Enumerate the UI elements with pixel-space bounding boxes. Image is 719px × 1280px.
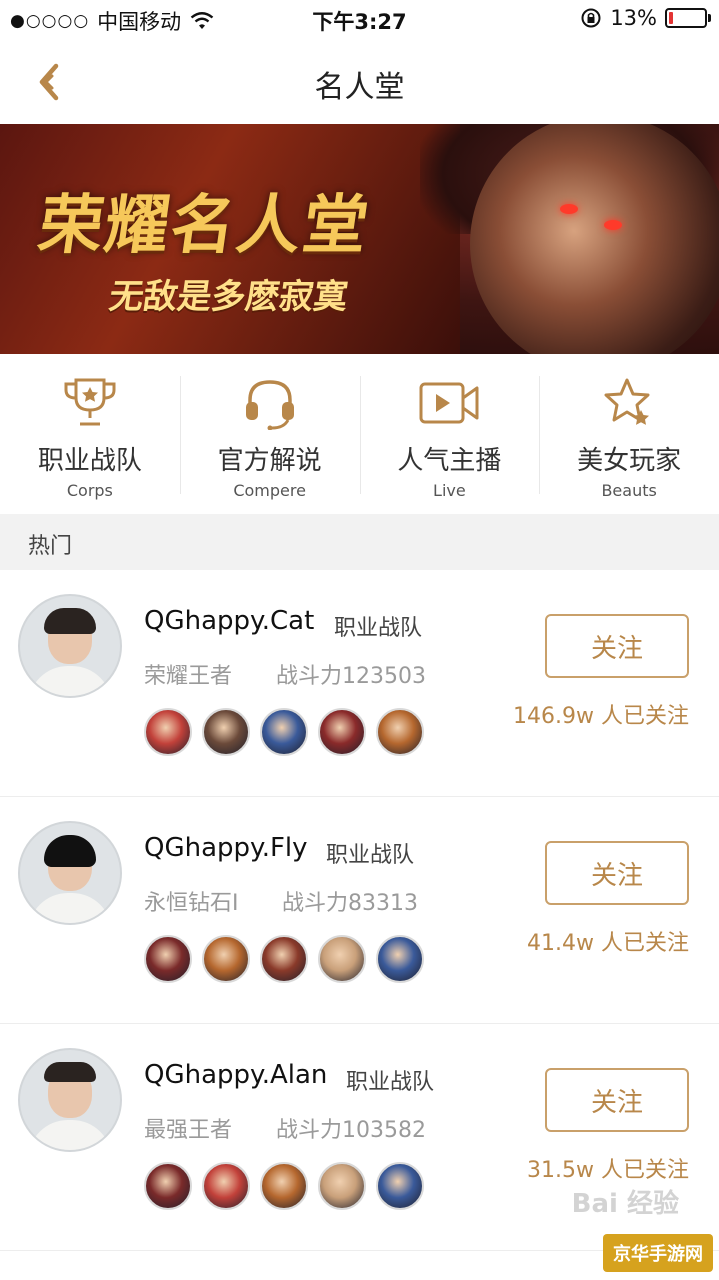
hero-icon[interactable] — [260, 935, 308, 983]
hero-icon[interactable] — [376, 708, 424, 756]
player-row[interactable]: QGhappy.Fly 职业战队 永恒钻石I 战斗力83313 关注 41.4w… — [0, 797, 719, 1024]
rotation-lock-icon — [581, 8, 601, 28]
hero-icon[interactable] — [376, 1162, 424, 1210]
trophy-icon — [64, 378, 116, 426]
category-label: 美女玩家 — [577, 446, 682, 476]
hero-icon[interactable] — [202, 1162, 250, 1210]
category-label: 人气主播 — [397, 446, 502, 476]
battery-fill — [669, 12, 674, 24]
hero-banner[interactable]: 荣耀名人堂 无敌是多麽寂寞 — [0, 124, 719, 354]
follow-button[interactable]: 关注 — [545, 614, 689, 678]
headset-icon — [245, 380, 294, 431]
banner-title: 荣耀名人堂 — [33, 188, 375, 263]
follower-count: 146.9w 人已关注 — [513, 704, 689, 729]
avatar-body — [28, 1120, 112, 1150]
hero-icons — [144, 1162, 424, 1210]
player-name: QGhappy.Fly — [144, 833, 308, 863]
hero-icons — [144, 935, 424, 983]
category-compere[interactable]: 官方解说 Compere — [179, 354, 360, 514]
hero-icon[interactable] — [318, 1162, 366, 1210]
status-bar: ●○○○○ 中国移动 下午3:27 13% — [0, 0, 719, 40]
player-team: 职业战队 — [326, 843, 415, 868]
star-icon — [604, 378, 650, 425]
avatar-hair — [44, 835, 96, 867]
player-power: 战斗力123503 — [276, 664, 426, 689]
hero-icon[interactable] — [260, 1162, 308, 1210]
section-header-hot: 热门 — [0, 514, 719, 570]
category-corps[interactable]: 职业战队 Corps — [0, 354, 180, 514]
category-row: 职业战队 Corps 官方解说 Compere 人气主播 Live 美女玩家 B… — [0, 354, 719, 514]
hero-icon[interactable] — [144, 1162, 192, 1210]
player-name: QGhappy.Cat — [144, 606, 315, 636]
hero-icon[interactable] — [202, 708, 250, 756]
player-team: 职业战队 — [334, 616, 423, 641]
page-title: 名人堂 — [314, 70, 405, 105]
player-rank: 永恒钻石I — [144, 891, 239, 916]
battery-percent: 13% — [610, 6, 657, 30]
category-sublabel: Compere — [233, 481, 306, 500]
player-name: QGhappy.Alan — [144, 1060, 328, 1090]
battery-icon — [665, 8, 711, 28]
avatar[interactable] — [18, 821, 122, 925]
banner-hero-art — [470, 124, 719, 354]
avatar-body — [28, 666, 112, 696]
hero-icon[interactable] — [144, 935, 192, 983]
section-title: 热门 — [28, 534, 73, 559]
hero-icon[interactable] — [144, 708, 192, 756]
follower-count: 41.4w 人已关注 — [527, 931, 689, 956]
category-live[interactable]: 人气主播 Live — [359, 354, 540, 514]
avatar-body — [28, 893, 112, 923]
hero-icon[interactable] — [376, 935, 424, 983]
nav-bar: 名人堂 — [0, 40, 719, 125]
player-power: 战斗力83313 — [282, 891, 418, 916]
avatar[interactable] — [18, 594, 122, 698]
category-sublabel: Corps — [66, 481, 113, 500]
hero-icon[interactable] — [318, 708, 366, 756]
hero-icons — [144, 708, 424, 756]
player-rank: 荣耀王者 — [144, 664, 233, 689]
follow-button[interactable]: 关注 — [545, 841, 689, 905]
site-watermark: 京华手游网 — [603, 1234, 713, 1272]
player-team: 职业战队 — [346, 1070, 435, 1095]
category-label: 职业战队 — [37, 446, 142, 476]
follower-count: 31.5w 人已关注 — [527, 1158, 689, 1183]
hero-icon[interactable] — [318, 935, 366, 983]
category-sublabel: Beauts — [601, 481, 657, 500]
category-label: 官方解说 — [217, 446, 322, 476]
category-beauts[interactable]: 美女玩家 Beauts — [539, 354, 719, 514]
banner-hero-eye — [560, 204, 578, 214]
follow-button[interactable]: 关注 — [545, 1068, 689, 1132]
baidu-watermark: Bai 经验 — [571, 1189, 679, 1219]
banner-subtitle: 无敌是多麽寂寞 — [106, 277, 351, 317]
avatar-hair — [44, 608, 96, 634]
hero-icon[interactable] — [202, 935, 250, 983]
player-power: 战斗力103582 — [276, 1118, 426, 1143]
player-rank: 最强王者 — [144, 1118, 233, 1143]
avatar[interactable] — [18, 1048, 122, 1152]
player-row[interactable]: QGhappy.Cat 职业战队 荣耀王者 战斗力123503 关注 146.9… — [0, 570, 719, 797]
video-icon — [419, 382, 479, 424]
status-right: 13% — [580, 6, 711, 30]
avatar-hair — [44, 1062, 96, 1082]
hero-icon[interactable] — [260, 708, 308, 756]
banner-hero-eye — [604, 220, 622, 230]
player-list: QGhappy.Cat 职业战队 荣耀王者 战斗力123503 关注 146.9… — [0, 570, 719, 1251]
category-sublabel: Live — [433, 481, 466, 500]
